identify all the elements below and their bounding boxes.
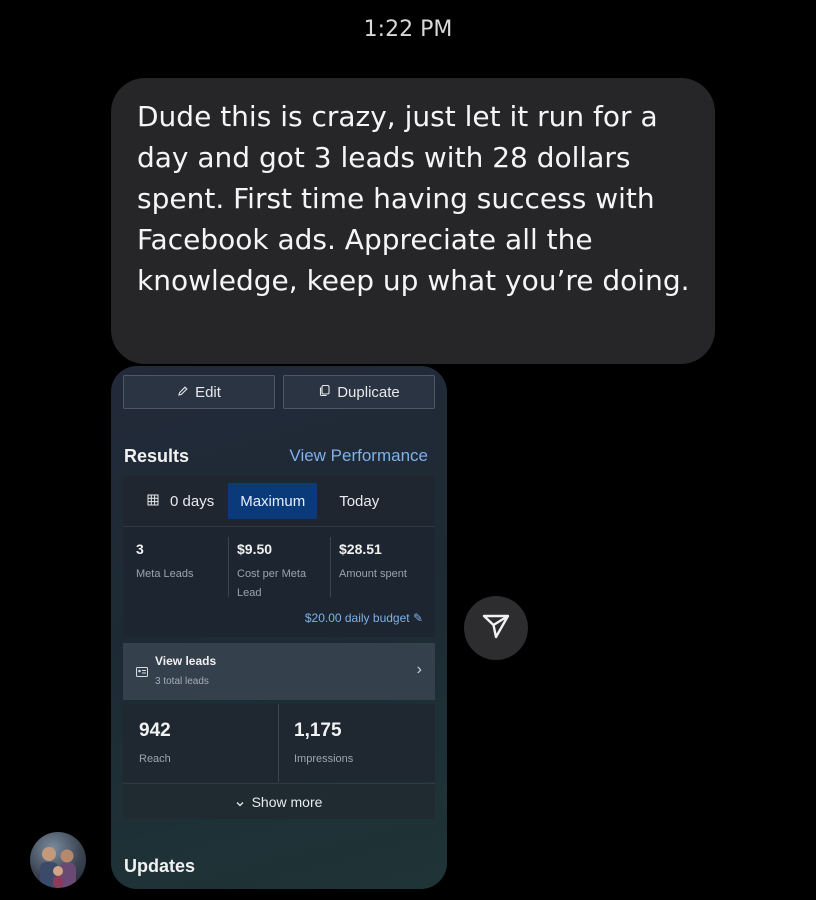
duplicate-icon <box>318 384 331 401</box>
metric-value: $28.51 <box>339 541 382 557</box>
date-range-tabs: 0 days Maximum Today <box>123 476 435 526</box>
results-metrics: 3 Meta Leads $9.50 Cost per Meta Lead $2… <box>123 526 435 637</box>
message-text: Dude this is crazy, just let it run for … <box>137 100 690 297</box>
metric-divider <box>278 704 279 782</box>
duplicate-button[interactable]: Duplicate <box>283 375 435 409</box>
metric-divider <box>228 537 229 597</box>
metric-meta-leads: 3 Meta Leads <box>136 541 216 584</box>
metric-value: $9.50 <box>237 541 273 557</box>
metric-divider <box>330 537 331 597</box>
pencil-icon: ✎ <box>409 611 423 625</box>
duplicate-label: Duplicate <box>337 383 400 401</box>
show-more-button[interactable]: Show more <box>123 783 435 819</box>
impressions-label: Impressions <box>294 753 354 765</box>
calendar-icon <box>147 493 159 510</box>
shared-ad-screenshot[interactable]: Edit Duplicate Results View Performance … <box>111 366 447 889</box>
reach-value: 942 <box>139 720 171 741</box>
metric-label: Meta Leads <box>136 568 194 580</box>
lead-card-icon <box>136 664 148 682</box>
avatar-photo <box>40 847 76 888</box>
chevron-right-icon: › <box>416 661 422 678</box>
edit-label: Edit <box>195 383 221 401</box>
metric-label: Amount spent <box>339 568 407 580</box>
updates-heading: Updates <box>124 856 196 876</box>
view-performance-link[interactable]: View Performance <box>289 446 428 466</box>
view-leads-row[interactable]: View leads 3 total leads › <box>123 643 435 700</box>
sender-avatar[interactable] <box>30 832 86 888</box>
reach-label: Reach <box>139 753 171 765</box>
daily-budget-link[interactable]: $20.00 daily budget ✎ <box>305 611 423 625</box>
metric-label: Cost per Meta Lead <box>237 568 307 599</box>
chevron-down-icon <box>236 794 244 810</box>
metric-value: 3 <box>136 541 144 557</box>
view-leads-count: 3 total leads <box>155 676 209 687</box>
edit-button[interactable]: Edit <box>123 375 275 409</box>
message-timestamp: 1:22 PM <box>363 17 453 42</box>
daily-budget-text: $20.00 daily budget <box>304 611 410 625</box>
metric-amount-spent: $28.51 Amount spent <box>339 541 429 584</box>
show-more-label: Show more <box>251 793 323 810</box>
view-leads-title: View leads <box>155 654 217 668</box>
share-button[interactable] <box>464 596 528 660</box>
results-heading: Results <box>124 446 190 466</box>
tab-maximum[interactable]: Maximum <box>228 483 318 519</box>
message-bubble[interactable]: Dude this is crazy, just let it run for … <box>111 78 715 364</box>
tab-days[interactable]: 0 days <box>147 483 214 519</box>
tab-days-label: 0 days <box>167 492 215 510</box>
metric-cost-per-lead: $9.50 Cost per Meta Lead <box>237 541 325 603</box>
reach-impressions-panel: 942 Reach 1,175 Impressions <box>123 704 435 782</box>
send-icon <box>481 612 511 645</box>
impressions-value: 1,175 <box>294 720 342 741</box>
tab-today[interactable]: Today <box>339 483 379 519</box>
pencil-icon <box>177 384 189 401</box>
